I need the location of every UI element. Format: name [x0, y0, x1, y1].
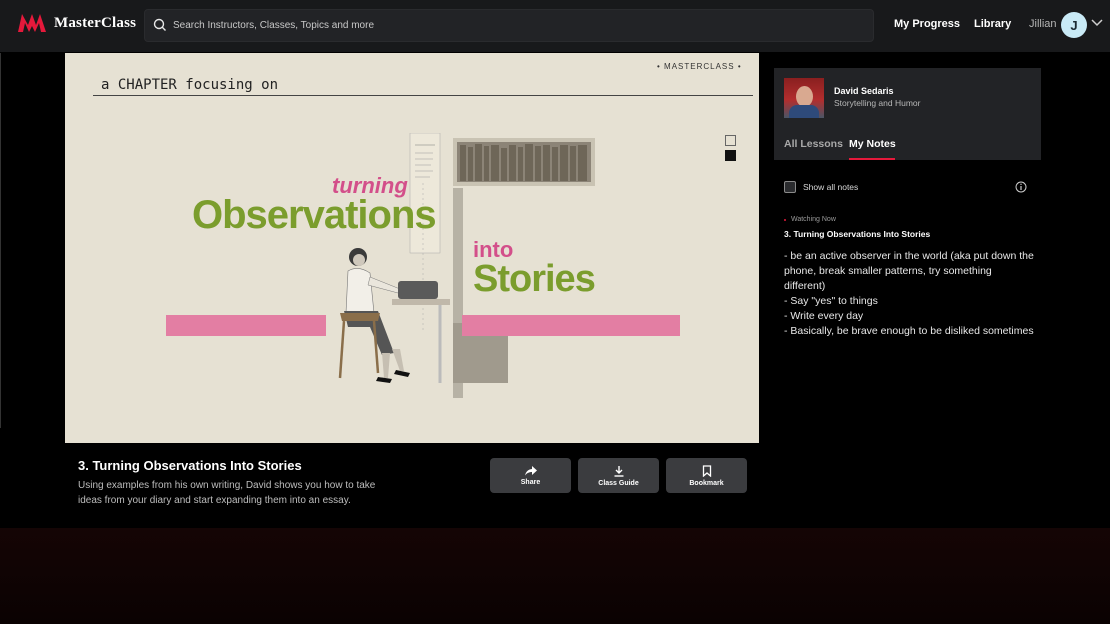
- watching-now-label: Watching Now: [791, 216, 836, 223]
- video-filled-square: [725, 150, 736, 161]
- watching-now-indicator: Watching Now: [784, 216, 836, 223]
- video-outline-square: [725, 135, 736, 146]
- bookmark-icon: [702, 464, 711, 477]
- brand-name: MasterClass: [54, 14, 137, 31]
- instructor-photo: [784, 78, 824, 118]
- course-name: Storytelling and Humor: [834, 98, 921, 108]
- instructor-panel: David Sedaris Storytelling and Humor All…: [774, 68, 1041, 160]
- pink-stripe-right: [462, 315, 680, 336]
- video-chapter-caption: a CHAPTER focusing on: [101, 77, 279, 93]
- instructor-shirt: [789, 105, 819, 118]
- info-icon[interactable]: [1015, 181, 1027, 193]
- video-title-stories: Stories: [473, 258, 596, 300]
- search-bar[interactable]: [144, 9, 874, 42]
- video-player[interactable]: a CHAPTER focusing on • MASTERCLASS • tu…: [65, 53, 759, 443]
- class-guide-label: Class Guide: [598, 479, 639, 487]
- share-button[interactable]: Share: [490, 458, 571, 493]
- typist-figure-illustration: [338, 248, 450, 383]
- lesson-title: 3. Turning Observations Into Stories: [78, 458, 302, 473]
- video-divider-line: [93, 95, 753, 96]
- chevron-down-icon[interactable]: [1091, 19, 1103, 27]
- download-icon: [614, 465, 623, 477]
- instructor-face: [796, 86, 813, 107]
- user-name: Jillian: [1029, 18, 1057, 30]
- note-lesson-title: 3. Turning Observations Into Stories: [784, 229, 931, 239]
- tab-my-notes[interactable]: My Notes: [849, 138, 896, 150]
- live-dot-icon: [784, 218, 786, 221]
- search-input[interactable]: [173, 10, 863, 41]
- masterclass-logo[interactable]: MasterClass: [18, 14, 136, 32]
- video-title-observations: Observations: [192, 193, 437, 237]
- video-brand-mark: • MASTERCLASS •: [657, 62, 742, 71]
- my-progress-link[interactable]: My Progress: [894, 18, 960, 30]
- bookmark-label: Bookmark: [689, 479, 724, 487]
- pink-stripe-left: [166, 315, 326, 336]
- instructor-name: David Sedaris: [834, 86, 894, 96]
- show-all-notes-toggle[interactable]: Show all notes: [784, 181, 858, 193]
- user-avatar[interactable]: J: [1061, 12, 1087, 38]
- active-tab-indicator: [849, 158, 895, 160]
- library-link[interactable]: Library: [974, 18, 1011, 30]
- tab-all-lessons[interactable]: All Lessons: [784, 138, 843, 150]
- note-body[interactable]: - be an active observer in the world (ak…: [784, 249, 1034, 339]
- bookmark-button[interactable]: Bookmark: [666, 458, 747, 493]
- class-guide-button[interactable]: Class Guide: [578, 458, 659, 493]
- show-all-notes-label: Show all notes: [803, 182, 859, 192]
- share-label: Share: [520, 478, 541, 486]
- masterclass-m-icon: [18, 14, 46, 32]
- lesson-description: Using examples from his own writing, Dav…: [78, 480, 376, 506]
- show-all-notes-checkbox[interactable]: [784, 181, 796, 193]
- page-edge-divider: [0, 53, 1, 428]
- share-icon: [524, 465, 537, 475]
- footer-area: [0, 528, 1110, 624]
- search-icon: [153, 18, 166, 31]
- top-navigation-bar: MasterClass My Progress Library Jillian …: [0, 0, 1110, 52]
